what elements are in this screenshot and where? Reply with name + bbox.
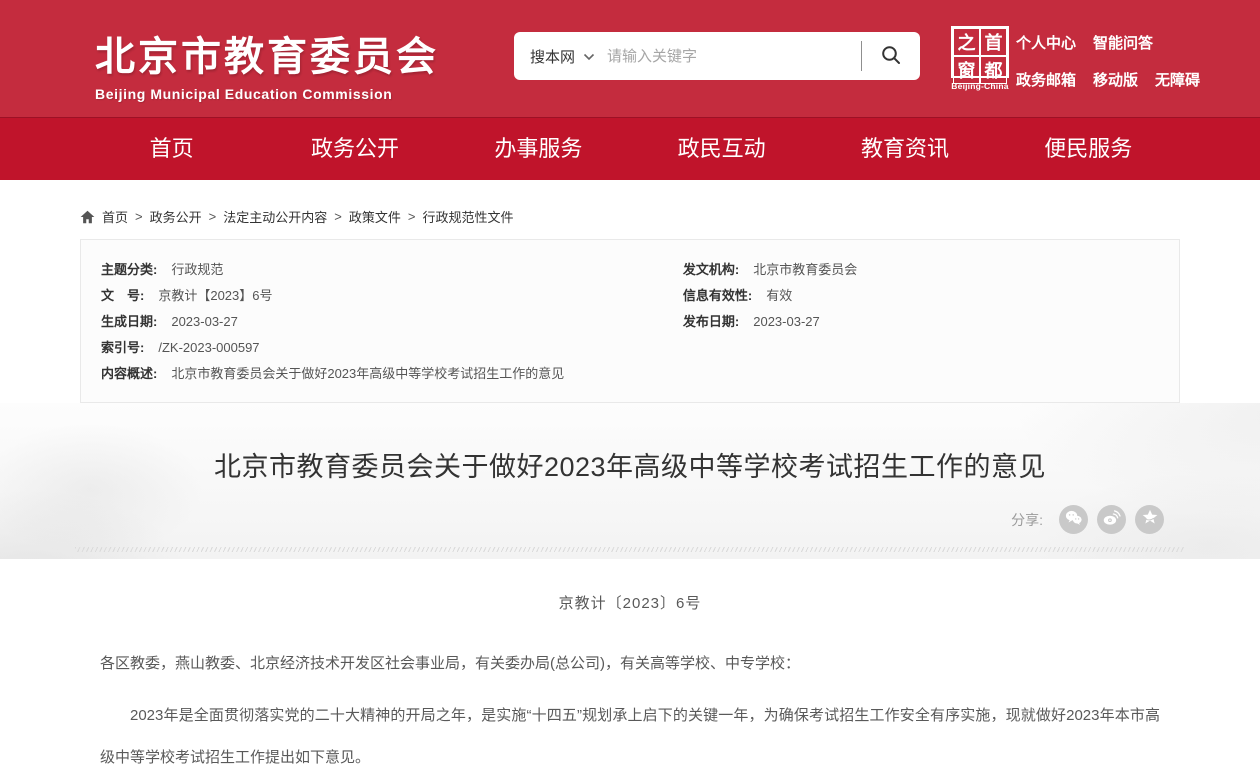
meta-row-topic-class: 主题分类: 行政规范 [101, 257, 683, 283]
meta-label: 内容概述: [101, 361, 157, 387]
doc-number-line: 京教计〔2023〕6号 [100, 592, 1160, 613]
cw-char: 首 [980, 28, 1007, 56]
meta-value: 北京市教育委员会 [753, 257, 857, 283]
meta-row-publish-date: 发布日期: 2023-03-27 [683, 309, 1159, 335]
meta-row-index-number: 索引号: /ZK-2023-000597 [101, 335, 683, 361]
breadcrumb-separator: > [334, 209, 342, 224]
hatched-divider [75, 547, 1185, 552]
search-icon [879, 43, 903, 70]
site-logo-en: Beijing Municipal Education Commission [95, 86, 439, 102]
meta-row-creation-date: 生成日期: 2023-03-27 [101, 309, 683, 335]
meta-value: 有效 [766, 283, 792, 309]
meta-value: 2023-03-27 [171, 309, 238, 335]
nav-item-services[interactable]: 办事服务 [447, 118, 630, 180]
site-logo-cn: 北京市教育委员会 [95, 24, 439, 82]
addressee-line: 各区教委，燕山教委、北京经济技术开发区社会事业局，有关委办局(总公司)，有关高等… [100, 651, 1160, 677]
site-header: 北京市教育委员会 Beijing Municipal Education Com… [0, 0, 1260, 117]
cw-char: 窗 [953, 56, 980, 84]
nav-item-convenience[interactable]: 便民服务 [997, 118, 1180, 180]
breadcrumb-separator: > [135, 209, 143, 224]
meta-label: 主题分类: [101, 257, 157, 283]
home-icon [80, 210, 95, 224]
search-scope-label: 搜本网 [530, 46, 575, 67]
breadcrumb-item-4[interactable]: 行政规范性文件 [422, 207, 513, 226]
capital-window-caption: Beijing-China [948, 81, 1012, 91]
capital-window-logo[interactable]: 之 首 窗 都 Beijing-China [948, 26, 1012, 91]
quick-link-smart-qa[interactable]: 智能问答 [1093, 32, 1153, 53]
share-wechat-button[interactable] [1059, 505, 1088, 534]
search-button[interactable] [862, 32, 920, 80]
search-input[interactable] [607, 48, 861, 65]
share-qzone-button[interactable] [1135, 505, 1164, 534]
meta-row-issuing-agency: 发文机构: 北京市教育委员会 [683, 257, 1159, 283]
page-title: 北京市教育委员会关于做好2023年高级中等学校考试招生工作的意见 [80, 403, 1180, 484]
meta-row-summary: 内容概述: 北京市教育委员会关于做好2023年高级中等学校考试招生工作的意见 [101, 361, 683, 387]
chevron-down-icon [583, 48, 595, 65]
nav-item-interaction[interactable]: 政民互动 [630, 118, 813, 180]
quick-link-personal-center[interactable]: 个人中心 [1016, 32, 1076, 53]
weibo-icon [1102, 509, 1121, 531]
breadcrumb-item-3[interactable]: 政策文件 [349, 207, 401, 226]
nav-item-gov-disclosure[interactable]: 政务公开 [263, 118, 446, 180]
meta-label: 发文机构: [683, 257, 739, 283]
quick-links: 个人中心 智能问答 政务邮箱 移动版 无障碍 [1016, 32, 1200, 90]
main-nav: 首页 政务公开 办事服务 政民互动 教育资讯 便民服务 [0, 117, 1260, 180]
meta-label: 文 号: [101, 283, 144, 309]
meta-value: 行政规范 [171, 257, 223, 283]
breadcrumb-item-1[interactable]: 政务公开 [150, 207, 202, 226]
meta-label: 索引号: [101, 335, 144, 361]
meta-value: /ZK-2023-000597 [158, 335, 259, 361]
capital-window-grid: 之 首 窗 都 [951, 26, 1009, 78]
share-row: 分享: [80, 505, 1180, 534]
meta-value: 2023-03-27 [753, 309, 820, 335]
breadcrumb-separator: > [408, 209, 416, 224]
article-title-band: 北京市教育委员会关于做好2023年高级中等学校考试招生工作的意见 分享: [0, 403, 1260, 559]
meta-row-doc-number: 文 号: 京教计【2023】6号 [101, 283, 683, 309]
meta-value: 北京市教育委员会关于做好2023年高级中等学校考试招生工作的意见 [171, 361, 564, 387]
quick-link-accessibility[interactable]: 无障碍 [1155, 69, 1200, 90]
body-paragraph: 2023年是全面贯彻落实党的二十大精神的开局之年，是实施“十四五”规划承上启下的… [100, 695, 1160, 779]
meta-row-validity: 信息有效性: 有效 [683, 283, 1159, 309]
meta-value: 京教计【2023】6号 [158, 283, 272, 309]
search-scope-dropdown[interactable]: 搜本网 [514, 46, 607, 67]
breadcrumb-home[interactable]: 首页 [102, 207, 128, 226]
breadcrumb-separator: > [209, 209, 217, 224]
meta-label: 发布日期: [683, 309, 739, 335]
cw-char: 之 [953, 28, 980, 56]
nav-item-edu-news[interactable]: 教育资讯 [813, 118, 996, 180]
nav-item-home[interactable]: 首页 [80, 118, 263, 180]
wechat-icon [1064, 509, 1083, 531]
quick-link-mobile[interactable]: 移动版 [1093, 69, 1138, 90]
breadcrumb-item-2[interactable]: 法定主动公开内容 [223, 207, 327, 226]
meta-label: 生成日期: [101, 309, 157, 335]
article-body: 京教计〔2023〕6号 各区教委，燕山教委、北京经济技术开发区社会事业局，有关委… [80, 592, 1180, 779]
doc-metadata-panel: 主题分类: 行政规范 文 号: 京教计【2023】6号 生成日期: 2023-0… [80, 239, 1180, 403]
search-box: 搜本网 [514, 32, 920, 80]
quick-link-gov-mail[interactable]: 政务邮箱 [1016, 69, 1076, 90]
meta-label: 信息有效性: [683, 283, 752, 309]
site-logo[interactable]: 北京市教育委员会 Beijing Municipal Education Com… [95, 24, 439, 102]
share-weibo-button[interactable] [1097, 505, 1126, 534]
breadcrumb: 首页 > 政务公开 > 法定主动公开内容 > 政策文件 > 行政规范性文件 [80, 180, 1180, 226]
star-icon [1141, 508, 1159, 531]
share-label: 分享: [1011, 510, 1043, 530]
cw-char: 都 [980, 56, 1007, 84]
